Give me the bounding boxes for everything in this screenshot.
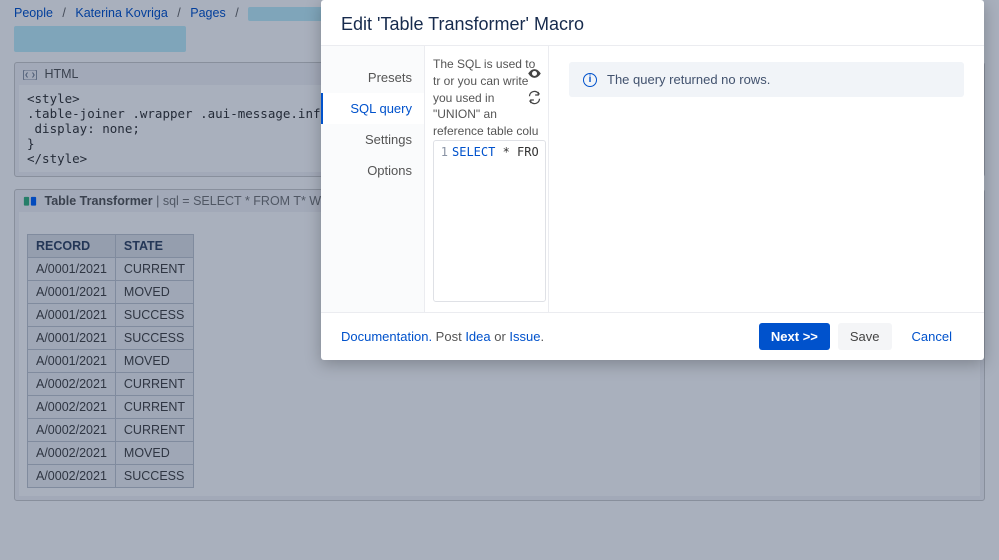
footer-text: Post <box>432 329 465 344</box>
reload-icon[interactable] <box>527 90 542 108</box>
modal-footer: Documentation. Post Idea or Issue. Next … <box>321 312 984 360</box>
next-button[interactable]: Next >> <box>759 323 830 350</box>
issue-link[interactable]: Issue <box>509 329 540 344</box>
documentation-link[interactable]: Documentation. <box>341 329 432 344</box>
preview-panel: i The query returned no rows. <box>549 46 984 312</box>
query-result-text: The query returned no rows. <box>607 72 770 87</box>
tab-presets[interactable]: Presets <box>321 62 424 93</box>
footer-links: Documentation. Post Idea or Issue. <box>341 329 751 344</box>
tab-settings[interactable]: Settings <box>321 124 424 155</box>
footer-text: or <box>491 329 510 344</box>
info-icon: i <box>583 73 597 87</box>
tab-options[interactable]: Options <box>321 155 424 186</box>
idea-link[interactable]: Idea <box>465 329 490 344</box>
page-root: People / Katerina Kovriga / Pages / HTML… <box>0 0 999 560</box>
cancel-button[interactable]: Cancel <box>900 323 964 350</box>
modal-body: Presets SQL query Settings Options The <box>321 46 984 312</box>
save-button[interactable]: Save <box>838 323 892 350</box>
tab-sql-query[interactable]: SQL query <box>321 93 424 124</box>
eye-icon[interactable] <box>527 66 542 84</box>
line-number: 1 <box>436 145 452 297</box>
modal-tabs: Presets SQL query Settings Options <box>321 46 425 312</box>
query-result-banner: i The query returned no rows. <box>569 62 964 97</box>
sql-panel: The SQL is used to tr or you can write y… <box>425 46 549 312</box>
footer-text: . <box>541 329 545 344</box>
sql-code-text[interactable]: SELECT * FRO <box>452 145 539 297</box>
macro-editor-modal: Edit 'Table Transformer' Macro Presets S… <box>321 0 984 360</box>
sql-code-editor[interactable]: 1 SELECT * FRO <box>433 140 546 302</box>
modal-title: Edit 'Table Transformer' Macro <box>321 0 984 46</box>
